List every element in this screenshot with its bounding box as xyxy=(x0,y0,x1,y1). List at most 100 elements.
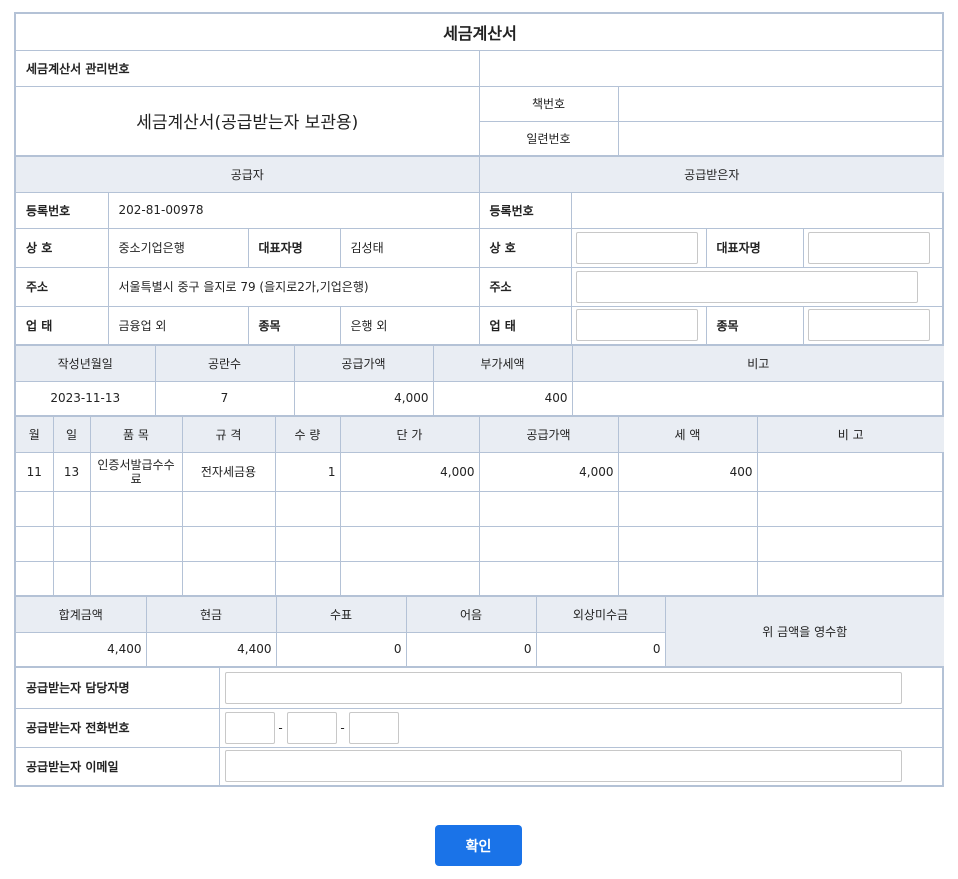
buyer-name-label: 상 호 xyxy=(478,227,572,268)
phone-part-1-input[interactable] xyxy=(224,711,275,744)
item-unit-price xyxy=(339,560,480,596)
item-tax xyxy=(617,490,758,527)
buyer-rep-label: 대표자명 xyxy=(705,227,804,268)
item-supply xyxy=(478,560,619,596)
items-header-tax: 세 액 xyxy=(617,417,758,453)
item-day xyxy=(52,560,91,596)
item-qty xyxy=(274,490,341,527)
buyer-rep-input[interactable] xyxy=(807,231,930,264)
supplier-rep-label: 대표자명 xyxy=(247,227,341,268)
item-qty xyxy=(274,525,341,562)
page-title: 세금계산서 xyxy=(16,14,944,51)
invoice-subtitle: 세금계산서(공급받는자 보관용) xyxy=(16,85,480,157)
phone-part-2-input[interactable] xyxy=(286,711,337,744)
invoice-header: 세금계산서 세금계산서 관리번호 세금계산서(공급받는자 보관용) 책번호 일련… xyxy=(16,14,944,157)
contact-name-label: 공급받는자 담당자명 xyxy=(16,668,220,709)
items-header-spec: 규 격 xyxy=(181,417,276,453)
totals-header-sum: 합계금액 xyxy=(16,597,147,633)
phone-part-3-input[interactable] xyxy=(348,711,399,744)
items-header-note: 비 고 xyxy=(756,417,944,453)
item-name xyxy=(89,560,183,596)
summary-date: 2023-11-13 xyxy=(16,380,156,416)
totals-table: 합계금액 현금 수표 어음 외상미수금 위 금액을 영수함 4,400 4,40… xyxy=(16,597,944,668)
contact-table: 공급받는자 담당자명 공급받는자 전화번호 - - 공급받는자 이메일 xyxy=(16,668,944,785)
receipt-text: 위 금액을 영수함 xyxy=(664,597,944,668)
item-month xyxy=(16,490,54,527)
table-row xyxy=(16,560,944,596)
item-name: 인증서발급수수료 xyxy=(89,451,183,492)
phone-separator: - xyxy=(340,720,345,735)
item-month: 11 xyxy=(16,451,54,492)
supplier-reg-label: 등록번호 xyxy=(16,191,109,229)
mgmt-number-value xyxy=(478,49,944,87)
totals-credit: 0 xyxy=(535,631,665,667)
items-header-month: 월 xyxy=(16,417,54,453)
supplier-rep-value: 김성태 xyxy=(339,227,480,268)
item-tax: 400 xyxy=(617,451,758,492)
table-row xyxy=(16,525,944,562)
item-month xyxy=(16,525,54,562)
summary-header-note: 비고 xyxy=(571,346,944,382)
mgmt-number-label: 세금계산서 관리번호 xyxy=(16,49,480,87)
item-note xyxy=(756,451,944,492)
contact-phone-label: 공급받는자 전화번호 xyxy=(16,707,220,748)
contact-email-label: 공급받는자 이메일 xyxy=(16,746,220,785)
summary-header-supply: 공급가액 xyxy=(293,346,434,382)
item-month xyxy=(16,560,54,596)
supplier-reg-value: 202-81-00978 xyxy=(107,191,480,229)
summary-vat: 400 xyxy=(432,380,573,416)
item-day xyxy=(52,490,91,527)
summary-table: 작성년월일 공란수 공급가액 부가세액 비고 2023-11-13 7 4,00… xyxy=(16,346,944,417)
item-qty xyxy=(274,560,341,596)
totals-cash: 4,400 xyxy=(145,631,277,667)
summary-supply: 4,000 xyxy=(293,380,434,416)
item-supply: 4,000 xyxy=(478,451,619,492)
item-supply xyxy=(478,525,619,562)
item-tax xyxy=(617,560,758,596)
item-spec: 전자세금용 xyxy=(181,451,276,492)
item-note xyxy=(756,560,944,596)
table-row: 11 13 인증서발급수수료 전자세금용 1 4,000 4,000 400 xyxy=(16,451,944,492)
item-name xyxy=(89,525,183,562)
item-spec xyxy=(181,525,276,562)
supplier-biz-label: 업 태 xyxy=(16,305,109,345)
totals-note: 0 xyxy=(405,631,537,667)
confirm-button[interactable]: 확인 xyxy=(435,825,522,866)
items-header-unit-price: 단 가 xyxy=(339,417,480,453)
parties-table: 공급자 공급받은자 등록번호 202-81-00978 등록번호 상 호 중소기… xyxy=(16,157,945,346)
buyer-heading: 공급받은자 xyxy=(478,157,945,193)
item-name xyxy=(89,490,183,527)
supplier-heading: 공급자 xyxy=(16,157,480,193)
totals-header-check: 수표 xyxy=(275,597,407,633)
supplier-name-value: 중소기업은행 xyxy=(107,227,249,268)
item-tax xyxy=(617,525,758,562)
item-qty: 1 xyxy=(274,451,341,492)
serial-number-label: 일련번호 xyxy=(479,120,619,156)
buyer-name-input[interactable] xyxy=(575,231,698,264)
items-header-day: 일 xyxy=(52,417,91,453)
supplier-item-label: 종목 xyxy=(247,305,341,345)
totals-header-note: 어음 xyxy=(405,597,537,633)
buyer-item-input[interactable] xyxy=(807,309,930,342)
item-spec xyxy=(181,560,276,596)
summary-header-date: 작성년월일 xyxy=(16,346,156,382)
book-number-value xyxy=(617,85,944,122)
table-row xyxy=(16,490,944,527)
serial-number-value xyxy=(617,120,944,156)
supplier-name-label: 상 호 xyxy=(16,227,109,268)
item-day xyxy=(52,525,91,562)
summary-header-blanks: 공란수 xyxy=(154,346,295,382)
contact-name-input[interactable] xyxy=(224,671,902,704)
item-note xyxy=(756,525,944,562)
items-header-qty: 수 량 xyxy=(274,417,341,453)
items-header-supply: 공급가액 xyxy=(478,417,619,453)
buyer-biz-input[interactable] xyxy=(575,309,698,342)
supplier-addr-label: 주소 xyxy=(16,266,109,307)
summary-blanks: 7 xyxy=(154,380,295,416)
item-spec xyxy=(181,490,276,527)
summary-note xyxy=(571,380,944,416)
item-unit-price: 4,000 xyxy=(339,451,480,492)
buyer-addr-input[interactable] xyxy=(575,270,918,303)
contact-email-input[interactable] xyxy=(224,750,902,783)
totals-sum: 4,400 xyxy=(16,631,147,667)
